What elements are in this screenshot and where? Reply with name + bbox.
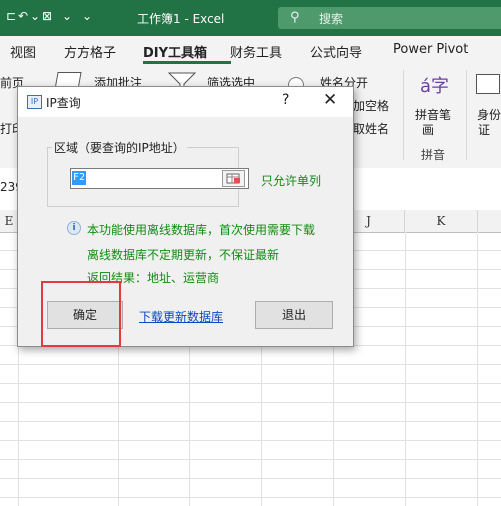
- save-icon[interactable]: ⊏: [6, 9, 16, 23]
- ribbon-separator: [466, 70, 467, 160]
- tab-finance-tools[interactable]: 财务工具: [230, 42, 282, 61]
- note-line-2: 离线数据库不定期更新，不保证最新: [87, 248, 280, 262]
- dialog-title-bar: IP IP查询 ? ✕: [18, 87, 353, 117]
- tab-diy-toolbox[interactable]: DIY工具箱: [143, 42, 207, 61]
- range-select-button[interactable]: [222, 170, 245, 187]
- undo-icon[interactable]: ↶: [18, 9, 28, 23]
- active-tab-indicator: [143, 61, 231, 64]
- ribbon-id-card-sub[interactable]: 证: [478, 121, 490, 138]
- ip-range-input[interactable]: F2: [70, 168, 249, 189]
- search-placeholder: 搜索: [319, 12, 344, 26]
- grid-line: [0, 421, 501, 422]
- exit-button[interactable]: 退出: [255, 301, 333, 329]
- grid-line: [0, 440, 501, 441]
- info-icon: i: [67, 221, 81, 235]
- download-update-link[interactable]: 下载更新数据库: [139, 308, 223, 325]
- grid-line: [0, 364, 501, 365]
- ribbon-pinyin-stroke-sub[interactable]: 画: [422, 121, 434, 138]
- grid-line: [477, 232, 478, 506]
- redo-icon[interactable]: ⌄: [30, 9, 40, 23]
- highlight-annotation: [41, 281, 121, 347]
- grid-line: [0, 402, 501, 403]
- format-dropdown-icon[interactable]: ⌄: [62, 9, 72, 23]
- pinyin-icon: á字: [420, 76, 450, 97]
- help-button[interactable]: ?: [282, 92, 289, 108]
- dialog-title: IP查询: [46, 96, 81, 110]
- range-picker-icon: [226, 173, 240, 184]
- grid-line: [405, 232, 406, 506]
- grid-line: [0, 497, 501, 498]
- tab-power-pivot[interactable]: Power Pivot: [393, 42, 468, 57]
- close-icon[interactable]: ✕: [323, 90, 337, 110]
- search-icon: ⚲: [290, 10, 300, 25]
- grid-line: [0, 383, 501, 384]
- customize-qat-icon[interactable]: ⌄: [82, 9, 92, 23]
- tab-ffcell[interactable]: 方方格子: [64, 42, 116, 61]
- window-title: 工作簿1 - Excel: [137, 12, 225, 26]
- tab-formula-wizard[interactable]: 公式向导: [310, 42, 362, 61]
- ribbon-tabs: 视图 方方格子 DIY工具箱 财务工具 公式向导 Power Pivot: [0, 36, 501, 66]
- title-bar: ⊏ ↶ ⌄ ⊠ ⌄ ⌄ 工作簿1 - Excel ⚲ 搜索: [0, 0, 501, 36]
- format-icon[interactable]: ⊠: [42, 9, 52, 23]
- grid-line: [0, 459, 501, 460]
- region-group-label: 区域（要查询的IP地址）: [52, 139, 187, 156]
- single-column-hint: 只允许单列: [261, 174, 322, 188]
- tab-view[interactable]: 视图: [10, 42, 36, 61]
- search-box[interactable]: ⚲ 搜索: [278, 7, 501, 29]
- id-card-icon: [476, 74, 500, 94]
- ribbon-add-space[interactable]: 加空格: [353, 97, 389, 114]
- ip-range-value: F2: [72, 171, 87, 185]
- note-line-1: 本功能使用离线数据库，首次使用需要下载: [87, 223, 316, 237]
- column-header-l[interactable]: [478, 210, 501, 233]
- grid-line: [0, 478, 501, 479]
- ribbon-separator: [403, 70, 404, 160]
- dialog-app-icon: IP: [27, 95, 42, 109]
- ribbon-get-name[interactable]: 取姓名: [353, 120, 389, 137]
- ribbon-group-pinyin: 拼音: [421, 148, 446, 162]
- column-header-k[interactable]: K: [405, 210, 478, 233]
